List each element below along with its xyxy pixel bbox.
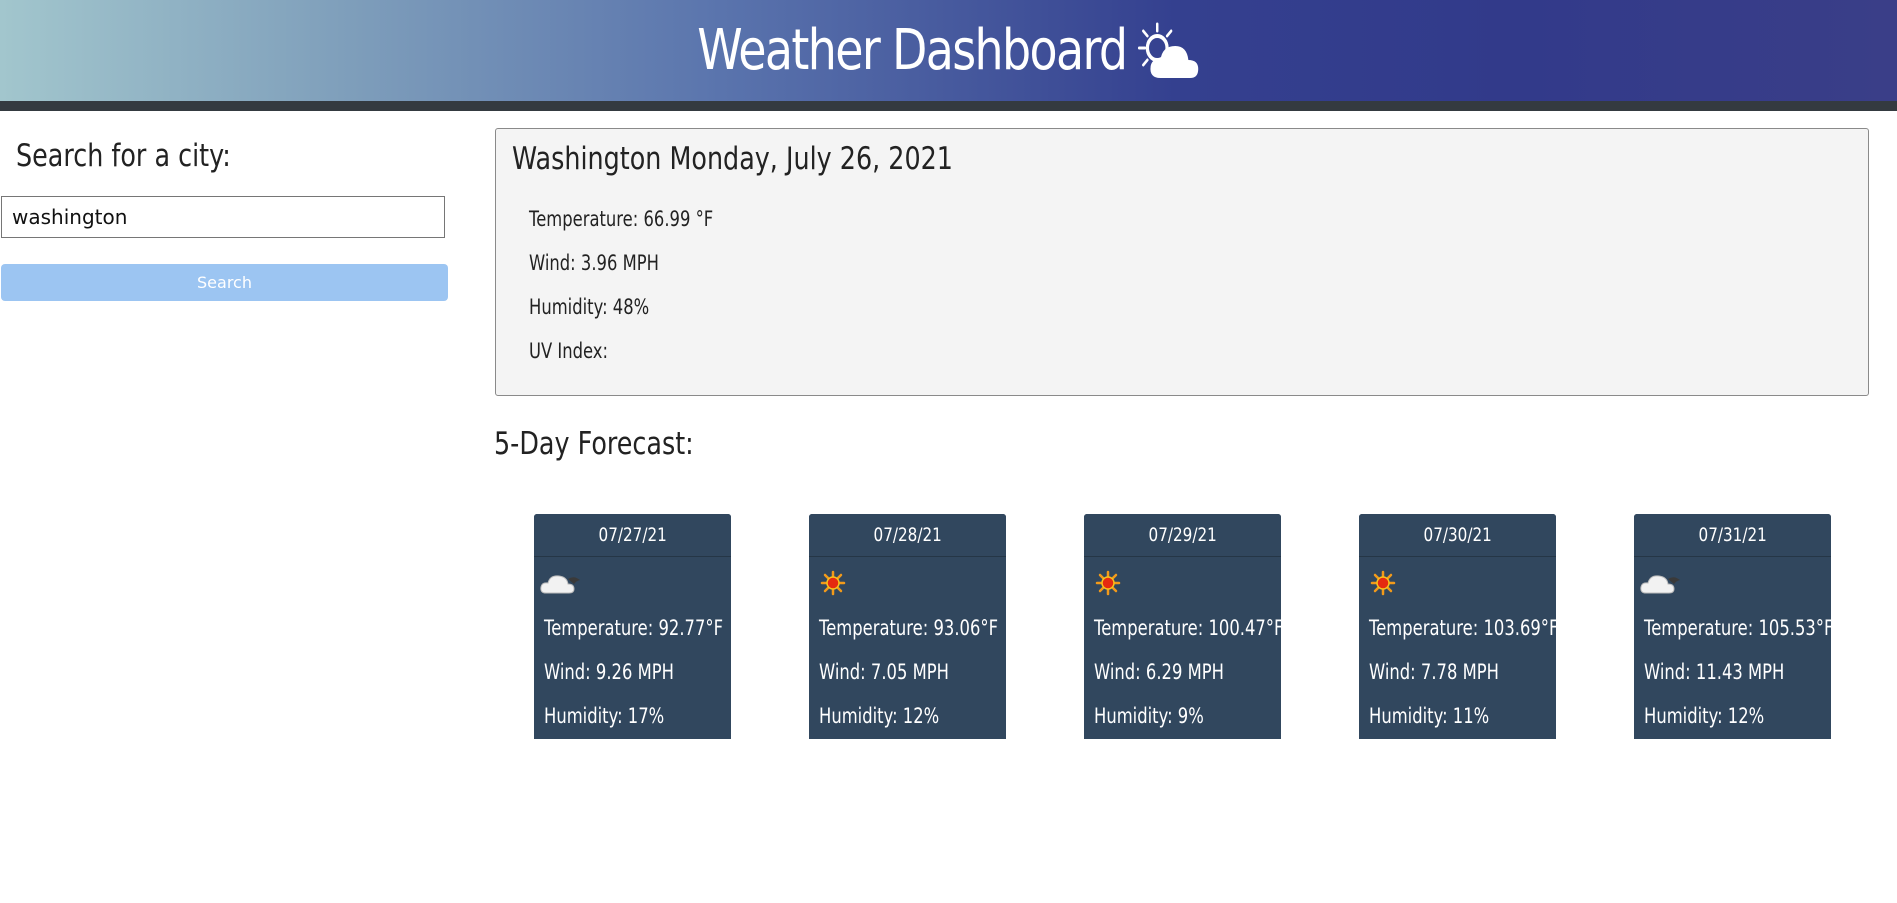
forecast-card: 07/27/21 Temperature: 92.77°F Wind: 9.26… bbox=[534, 514, 731, 739]
current-humidity: Humidity: 48% bbox=[529, 295, 650, 319]
sun-icon bbox=[1095, 570, 1121, 596]
forecast-date-header: 07/27/21 bbox=[534, 514, 731, 557]
forecast-heading: 5-Day Forecast: bbox=[494, 426, 694, 462]
forecast-date-header: 07/31/21 bbox=[1634, 514, 1831, 557]
forecast-humidity: Humidity: 12% bbox=[819, 704, 940, 728]
current-uv-index: UV Index: bbox=[529, 339, 609, 363]
forecast-humidity: Humidity: 9% bbox=[1094, 704, 1204, 728]
sun-behind-cloud-icon bbox=[1138, 22, 1199, 78]
forecast-wind: Wind: 9.26 MPH bbox=[544, 660, 674, 684]
forecast-wind: Wind: 6.29 MPH bbox=[1094, 660, 1224, 684]
forecast-temperature: Temperature: 93.06°F bbox=[819, 616, 998, 640]
forecast-temperature: Temperature: 100.47°F bbox=[1094, 616, 1281, 640]
page-header: Weather Dashboard bbox=[0, 0, 1897, 101]
forecast-date-header: 07/28/21 bbox=[809, 514, 1006, 557]
current-temperature: Temperature: 66.99 °F bbox=[529, 207, 714, 231]
city-search-input[interactable] bbox=[1, 196, 445, 238]
forecast-humidity: Humidity: 17% bbox=[544, 704, 665, 728]
forecast-card: 07/30/21 Temperature: 103.69°F Wind: 7.7… bbox=[1359, 514, 1556, 739]
forecast-wind: Wind: 7.78 MPH bbox=[1369, 660, 1499, 684]
forecast-date: 07/30/21 bbox=[1423, 524, 1492, 546]
forecast-humidity: Humidity: 11% bbox=[1369, 704, 1490, 728]
current-weather-card: Washington Monday, July 26, 2021 Tempera… bbox=[495, 128, 1869, 396]
cloud-icon bbox=[1640, 575, 1680, 594]
search-button[interactable]: Search bbox=[1, 264, 448, 301]
page-title: Weather Dashboard bbox=[697, 18, 1128, 83]
forecast-date: 07/31/21 bbox=[1698, 524, 1767, 546]
forecast-date: 07/29/21 bbox=[1148, 524, 1217, 546]
forecast-temperature: Temperature: 105.53°F bbox=[1644, 616, 1831, 640]
header-divider bbox=[0, 101, 1897, 111]
page-title-wrap: Weather Dashboard bbox=[697, 18, 1200, 83]
forecast-date-header: 07/29/21 bbox=[1084, 514, 1281, 557]
forecast-date: 07/27/21 bbox=[598, 524, 667, 546]
forecast-wind: Wind: 11.43 MPH bbox=[1644, 660, 1785, 684]
forecast-date-header: 07/30/21 bbox=[1359, 514, 1556, 557]
search-heading: Search for a city: bbox=[16, 138, 231, 174]
forecast-card: 07/29/21 Temperature: 100.47°F Wind: 6.2… bbox=[1084, 514, 1281, 739]
sun-icon bbox=[820, 570, 846, 596]
forecast-temperature: Temperature: 92.77°F bbox=[544, 616, 723, 640]
forecast-temperature: Temperature: 103.69°F bbox=[1369, 616, 1556, 640]
sun-icon bbox=[1370, 570, 1396, 596]
forecast-humidity: Humidity: 12% bbox=[1644, 704, 1765, 728]
cloud-icon bbox=[540, 575, 580, 594]
current-city-date: Washington Monday, July 26, 2021 bbox=[512, 141, 953, 177]
forecast-date: 07/28/21 bbox=[873, 524, 942, 546]
current-wind: Wind: 3.96 MPH bbox=[529, 251, 659, 275]
forecast-card: 07/28/21 Temperature: 93.06°F Wind: 7.05… bbox=[809, 514, 1006, 739]
forecast-wind: Wind: 7.05 MPH bbox=[819, 660, 949, 684]
forecast-card: 07/31/21 Temperature: 105.53°F Wind: 11.… bbox=[1634, 514, 1831, 739]
